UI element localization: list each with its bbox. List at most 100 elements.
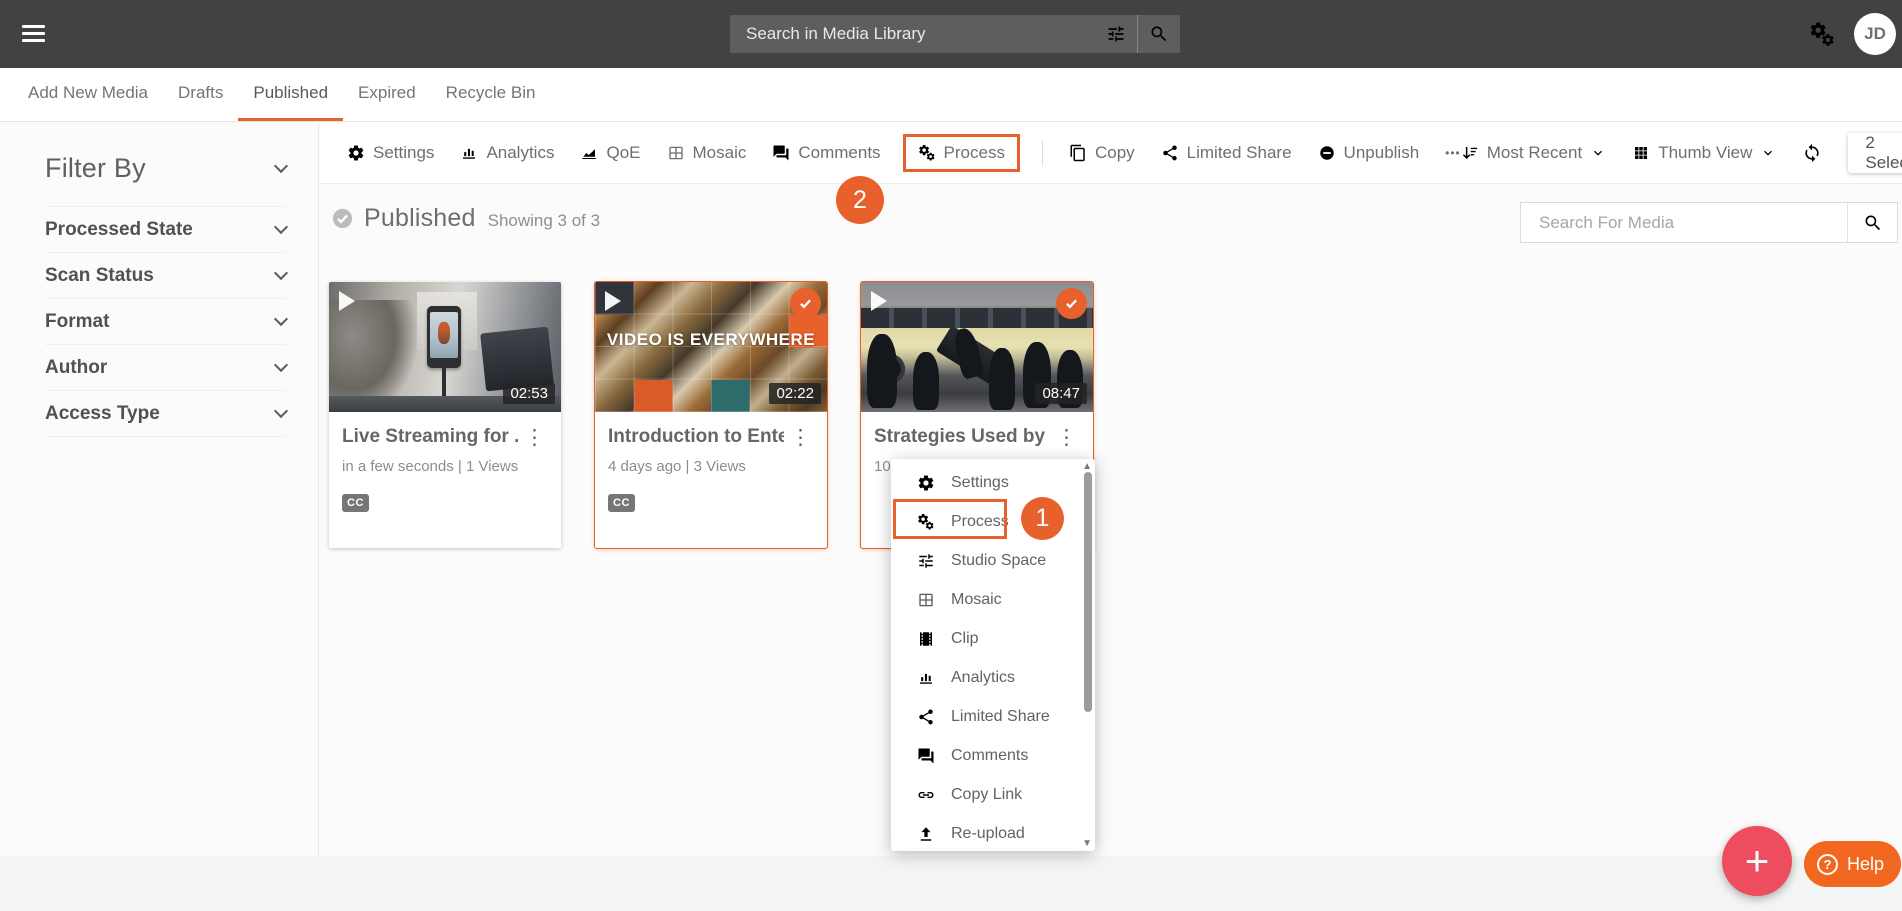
play-icon[interactable] — [871, 291, 887, 311]
tab-recycle-bin[interactable]: Recycle Bin — [431, 68, 551, 121]
copy-button[interactable]: Copy — [1069, 143, 1135, 163]
scrollbar-thumb[interactable] — [1084, 472, 1092, 712]
tab-add-new-media[interactable]: Add New Media — [13, 68, 163, 121]
kebab-menu-icon[interactable]: ⋮ — [1050, 426, 1083, 449]
question-icon: ? — [1817, 854, 1838, 875]
filter-sidebar: Filter By Processed State Scan Status Fo… — [0, 123, 319, 856]
analytics-button[interactable]: Analytics — [460, 143, 554, 163]
divider — [45, 436, 286, 437]
avatar[interactable]: JD — [1854, 13, 1896, 55]
menu-item-label: Clip — [951, 630, 979, 648]
media-search-input[interactable] — [1521, 203, 1847, 242]
qoe-button[interactable]: QoE — [580, 143, 640, 163]
card-meta: 4 days ago | 3 Views — [608, 458, 817, 475]
tab-expired[interactable]: Expired — [343, 68, 431, 121]
sidebar-item-label: Author — [45, 357, 107, 379]
duration-badge: 02:53 — [503, 383, 555, 404]
tab-published[interactable]: Published — [238, 68, 343, 121]
help-button[interactable]: ? Help — [1804, 841, 1901, 887]
comments-button[interactable]: Comments — [772, 143, 880, 163]
chevron-down-icon — [274, 404, 288, 418]
sidebar-item-author[interactable]: Author — [45, 344, 286, 390]
media-tabs: Add New Media Drafts Published Expired R… — [0, 68, 1902, 122]
bulk-actions-toolbar: Settings Analytics QoE Mosaic Comments P… — [320, 122, 1902, 184]
view-dropdown[interactable]: Thumb View — [1632, 143, 1776, 163]
sort-dropdown[interactable]: Most Recent — [1461, 143, 1606, 163]
chevron-down-icon — [274, 312, 288, 326]
menu-item-limited-share[interactable]: Limited Share — [891, 697, 1095, 736]
scroll-down-icon[interactable]: ▼ — [1082, 838, 1092, 849]
media-library-search — [730, 15, 1180, 53]
more-actions-icon[interactable]: ••• — [1445, 146, 1461, 160]
help-label: Help — [1847, 854, 1884, 875]
bottom-band — [0, 856, 1902, 911]
menu-item-comments[interactable]: Comments — [891, 736, 1095, 775]
sidebar-item-label: Processed State — [45, 219, 193, 241]
tab-drafts[interactable]: Drafts — [163, 68, 238, 121]
menu-item-label: Copy Link — [951, 786, 1022, 804]
media-card-live-streaming[interactable]: 02:53 Live Streaming for ... ⋮ in a few … — [329, 282, 561, 548]
video-thumbnail[interactable]: VIDEO IS EVERYWHERE 02:22 — [595, 282, 827, 412]
settings-button[interactable]: Settings — [347, 143, 434, 163]
menu-item-label: Process — [951, 513, 1009, 531]
search-filters-icon[interactable] — [1095, 15, 1137, 53]
chevron-down-icon — [274, 358, 288, 372]
media-search — [1520, 202, 1898, 243]
card-title: Live Streaming for ... — [342, 426, 518, 448]
card-title: Strategies Used by ... — [874, 426, 1050, 448]
scroll-up-icon[interactable]: ▲ — [1082, 461, 1092, 472]
limited-share-button[interactable]: Limited Share — [1161, 143, 1292, 163]
search-icon[interactable] — [1138, 15, 1180, 53]
menu-item-mosaic[interactable]: Mosaic — [891, 580, 1095, 619]
duration-badge: 08:47 — [1035, 383, 1087, 404]
menu-item-clip[interactable]: Clip — [891, 619, 1095, 658]
menu-item-label: Settings — [951, 474, 1009, 492]
sidebar-item-label: Scan Status — [45, 265, 154, 287]
card-meta: in a few seconds | 1 Views — [342, 458, 551, 475]
annotation-box-process: Process — [903, 134, 1020, 172]
media-library-search-input[interactable] — [730, 24, 1095, 44]
mosaic-button[interactable]: Mosaic — [667, 143, 747, 163]
annotation-step-2: 2 — [836, 176, 884, 224]
limited-share-label: Limited Share — [1187, 143, 1292, 163]
video-thumbnail[interactable]: 08:47 — [861, 282, 1093, 412]
play-icon[interactable] — [605, 291, 621, 311]
view-label: Thumb View — [1658, 143, 1752, 163]
qoe-label: QoE — [606, 143, 640, 163]
card-context-menu: Settings Process Studio Space Mosaic Cli… — [891, 459, 1095, 851]
video-thumbnail[interactable]: 02:53 — [329, 282, 561, 412]
add-media-fab[interactable]: + — [1722, 826, 1792, 896]
refresh-icon[interactable] — [1802, 143, 1822, 163]
menu-item-settings[interactable]: Settings — [891, 463, 1095, 502]
chevron-down-icon — [274, 220, 288, 234]
menu-item-copy-link[interactable]: Copy Link — [891, 775, 1095, 814]
annotation-step-1: 1 — [1021, 497, 1064, 540]
menu-icon[interactable] — [22, 25, 45, 46]
filter-by-title: Filter By — [45, 153, 146, 184]
sidebar-item-access-type[interactable]: Access Type — [45, 390, 286, 436]
published-check-icon — [331, 207, 354, 230]
menu-item-analytics[interactable]: Analytics — [891, 658, 1095, 697]
admin-gears-icon[interactable] — [1809, 21, 1836, 48]
sidebar-item-scan-status[interactable]: Scan Status — [45, 252, 286, 298]
section-heading: Published Showing 3 of 3 — [331, 204, 600, 233]
media-card-introduction[interactable]: VIDEO IS EVERYWHERE 02:22 Introduction t… — [595, 282, 827, 548]
unpublish-label: Unpublish — [1344, 143, 1420, 163]
sort-label: Most Recent — [1487, 143, 1582, 163]
process-button[interactable]: Process — [918, 143, 1005, 163]
sidebar-item-processed-state[interactable]: Processed State — [45, 206, 286, 252]
menu-item-re-upload[interactable]: Re-upload — [891, 814, 1095, 853]
media-search-icon[interactable] — [1847, 203, 1897, 242]
kebab-menu-icon[interactable]: ⋮ — [784, 426, 817, 449]
menu-item-studio-space[interactable]: Studio Space — [891, 541, 1095, 580]
menu-item-process[interactable]: Process — [891, 502, 1095, 541]
sidebar-item-format[interactable]: Format — [45, 298, 286, 344]
filter-by-header[interactable]: Filter By — [0, 123, 318, 206]
sidebar-item-label: Access Type — [45, 403, 160, 425]
showing-count: Showing 3 of 3 — [488, 211, 600, 231]
play-icon[interactable] — [339, 291, 355, 311]
selected-check-icon[interactable] — [790, 288, 821, 319]
selected-check-icon[interactable] — [1056, 288, 1087, 319]
kebab-menu-icon[interactable]: ⋮ — [518, 426, 551, 449]
unpublish-button[interactable]: Unpublish — [1318, 143, 1420, 163]
